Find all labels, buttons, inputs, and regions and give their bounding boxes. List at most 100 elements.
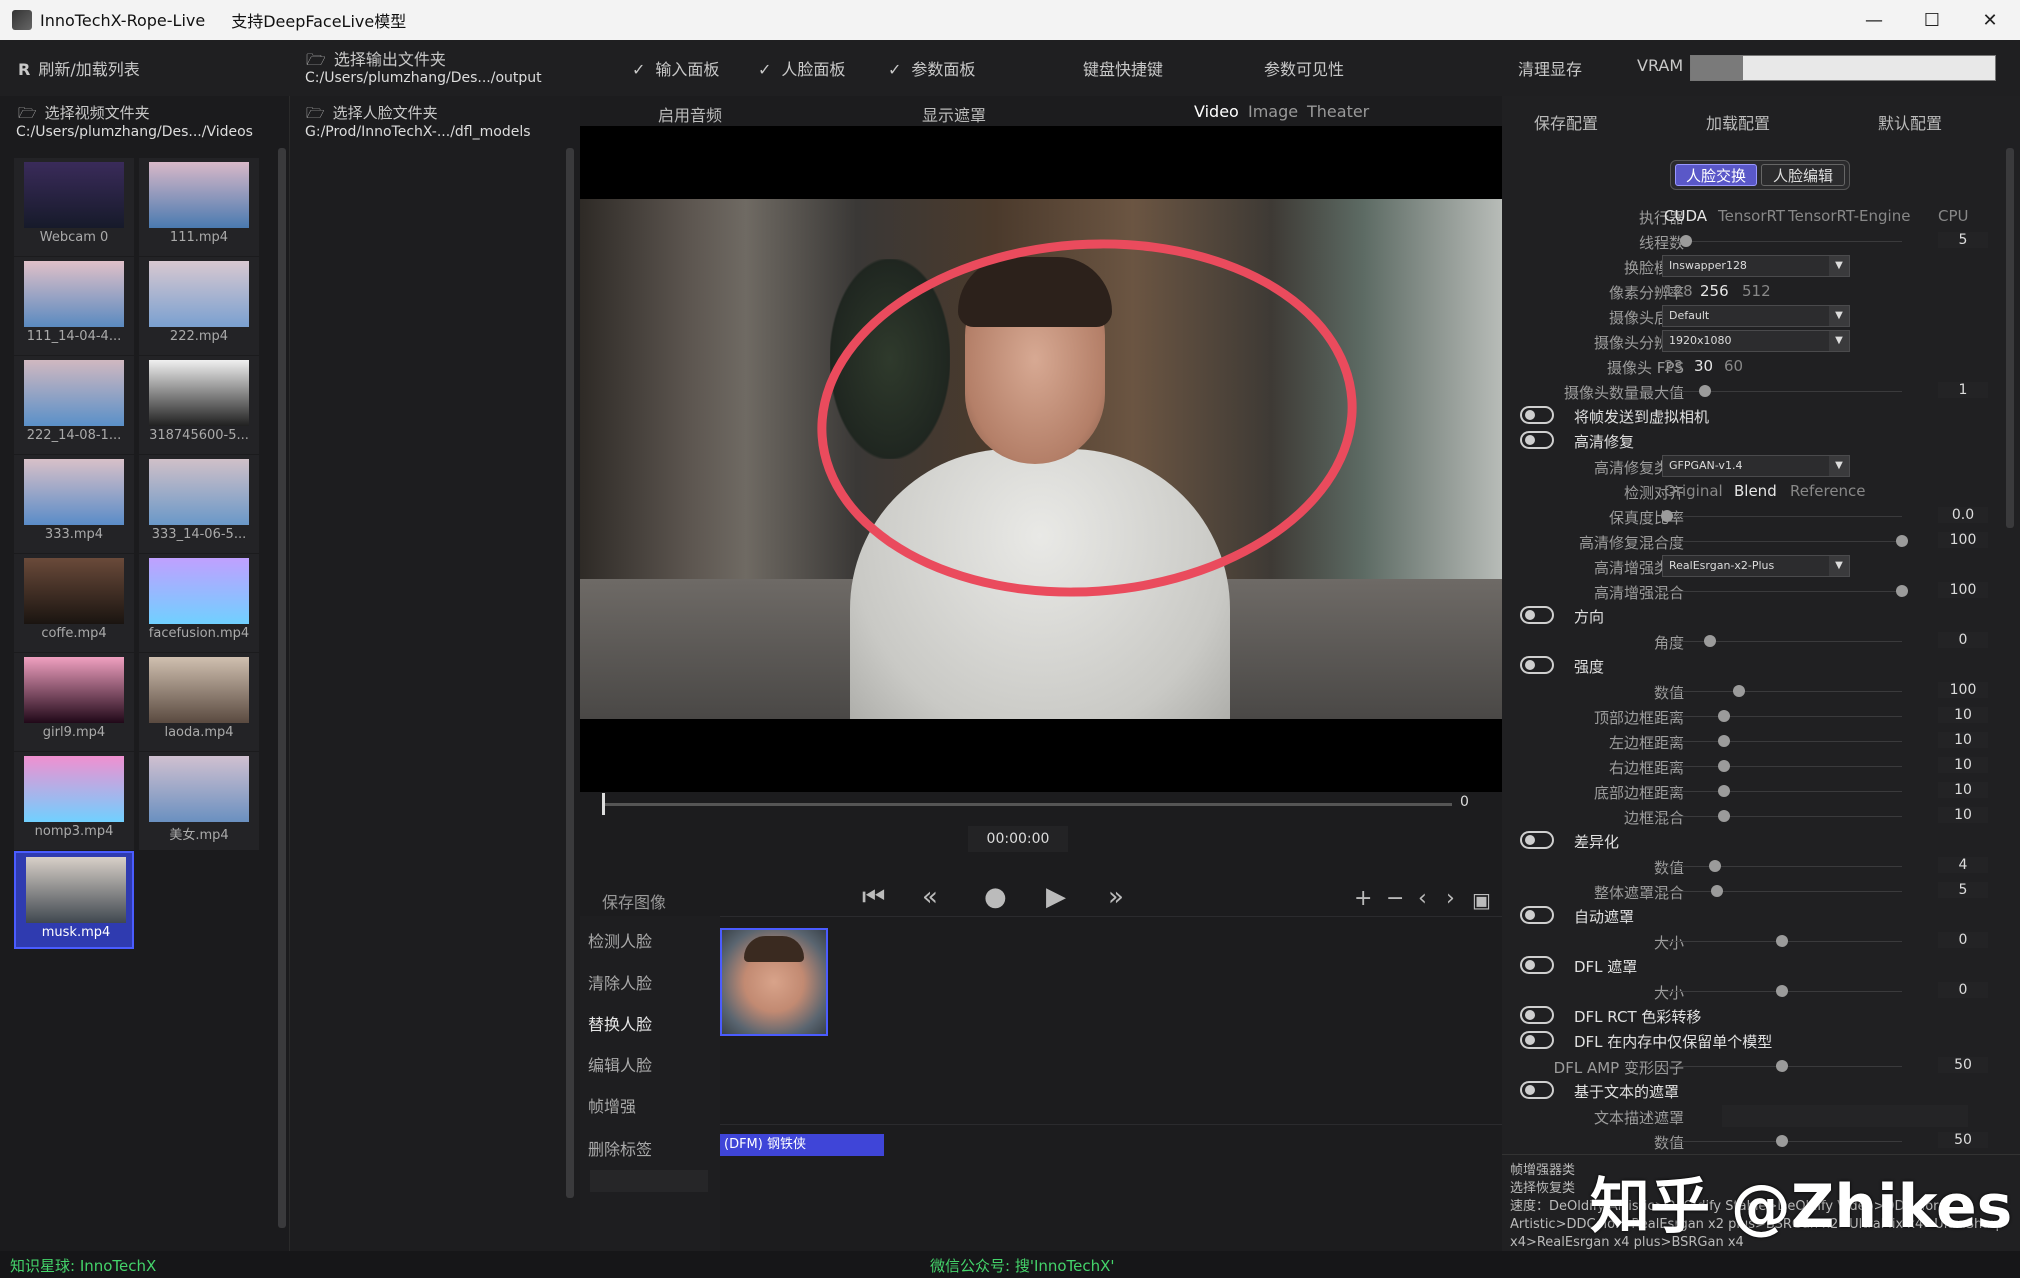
slider-value[interactable]: 10 [1938, 707, 1988, 723]
save-marker-icon[interactable]: ▣ [1472, 888, 1491, 912]
video-list-scrollbar[interactable] [278, 148, 286, 1228]
save-image-button[interactable]: 保存图像 [602, 889, 666, 913]
toggle-switch[interactable] [1520, 406, 1554, 424]
video-thumbnail[interactable]: laoda.mp4 [139, 653, 259, 751]
toggle-switch[interactable] [1520, 1031, 1554, 1049]
text-mask-input[interactable] [1722, 1105, 1968, 1127]
param-visibility-button[interactable]: 参数可见性 [1264, 56, 1344, 80]
clear-faces-button[interactable]: 清除人脸 [588, 970, 652, 994]
face-model-tag[interactable]: (DFM) 钢铁侠 [720, 1134, 884, 1156]
video-thumbnail[interactable]: girl9.mp4 [14, 653, 134, 751]
slider-value[interactable]: 0 [1938, 632, 1988, 648]
detected-face-thumbnail[interactable] [720, 928, 828, 1036]
slider-track[interactable] [1662, 691, 1902, 692]
tab-image[interactable]: Image [1248, 102, 1298, 121]
slider-track[interactable] [1662, 816, 1902, 817]
slider-handle[interactable] [1711, 885, 1724, 897]
option-item[interactable]: TensorRT-Engine [1788, 207, 1910, 225]
video-thumbnail[interactable]: 333_14-06-5... [139, 455, 259, 553]
toggle-switch[interactable] [1520, 906, 1554, 924]
tag-input[interactable] [590, 1170, 708, 1192]
toggle-switch[interactable] [1520, 656, 1554, 674]
slider-handle[interactable] [1776, 1060, 1788, 1072]
enable-audio-toggle[interactable]: 启用音频 [658, 102, 722, 126]
video-thumbnail[interactable]: 111.mp4 [139, 158, 259, 256]
dropdown-select[interactable]: RealEsrgan-x2-Plus ▼ [1662, 555, 1850, 577]
option-item[interactable]: 512 [1742, 282, 1771, 300]
option-item[interactable]: 30 [1694, 357, 1713, 375]
slider-handle[interactable] [1699, 385, 1712, 397]
option-item[interactable]: CPU [1938, 207, 1969, 225]
delete-tag-button[interactable]: 删除标签 [588, 1136, 652, 1160]
slider-value[interactable]: 10 [1938, 807, 1988, 823]
slider-value[interactable]: 0 [1938, 982, 1988, 998]
tab-video[interactable]: Video [1194, 102, 1239, 121]
maximize-button[interactable]: ☐ [1912, 6, 1952, 34]
dropdown-select[interactable]: GFPGAN-v1.4 ▼ [1662, 455, 1850, 477]
video-thumbnail[interactable]: coffe.mp4 [14, 554, 134, 652]
option-item[interactable]: Blend [1734, 482, 1777, 500]
slider-track[interactable] [1662, 391, 1902, 392]
slider-value[interactable]: 4 [1938, 857, 1988, 873]
slider-handle[interactable] [1718, 710, 1731, 722]
save-config-button[interactable]: 保存配置 [1534, 110, 1598, 134]
shortcuts-button[interactable]: 键盘快捷键 [1083, 56, 1163, 80]
fast-forward-icon[interactable]: » [1108, 882, 1124, 912]
video-thumbnail[interactable]: 222.mp4 [139, 257, 259, 355]
tab-face-edit[interactable]: 人脸编辑 [1761, 164, 1845, 186]
next-marker-icon[interactable]: › [1446, 886, 1455, 911]
option-item[interactable]: 60 [1724, 357, 1743, 375]
slider-track[interactable] [1662, 641, 1902, 642]
slider-value[interactable]: 10 [1938, 732, 1988, 748]
slider-handle[interactable] [1660, 510, 1673, 522]
toggle-switch[interactable] [1520, 431, 1554, 449]
record-icon[interactable]: ● [984, 882, 1007, 912]
default-config-button[interactable]: 默认配置 [1878, 110, 1942, 134]
skip-start-icon[interactable]: ⏮ [862, 882, 885, 913]
video-thumbnail[interactable]: musk.mp4 [14, 851, 134, 949]
slider-value[interactable]: 10 [1938, 782, 1988, 798]
minimize-button[interactable]: — [1854, 6, 1894, 34]
video-thumbnail[interactable]: 222_14-08-1... [14, 356, 134, 454]
slider-handle[interactable] [1896, 535, 1908, 547]
slider-handle[interactable] [1718, 785, 1731, 797]
video-thumbnail[interactable]: 333.mp4 [14, 455, 134, 553]
slider-handle[interactable] [1680, 235, 1692, 247]
video-thumbnail[interactable]: 111_14-04-4... [14, 257, 134, 355]
slider-track[interactable] [1662, 716, 1902, 717]
slider-handle[interactable] [1718, 760, 1731, 772]
slider-handle[interactable] [1776, 985, 1788, 997]
slider-handle[interactable] [1704, 635, 1716, 647]
toggle-switch[interactable] [1520, 831, 1554, 849]
video-thumbnail[interactable]: 318745600-5... [139, 356, 259, 454]
slider-value[interactable]: 0 [1938, 932, 1988, 948]
slider-track[interactable] [1662, 741, 1902, 742]
video-thumbnail[interactable]: facefusion.mp4 [139, 554, 259, 652]
option-item[interactable]: Original [1664, 482, 1723, 500]
dropdown-select[interactable]: Inswapper128 ▼ [1662, 255, 1850, 277]
slider-value[interactable]: 0.0 [1938, 507, 1988, 523]
video-thumbnail[interactable]: 美女.mp4 [139, 752, 259, 850]
slider-handle[interactable] [1732, 685, 1745, 697]
seek-bar[interactable] [602, 803, 1452, 806]
dropdown-select[interactable]: 1920x1080 ▼ [1662, 330, 1850, 352]
slider-track[interactable] [1662, 516, 1902, 517]
prev-marker-icon[interactable]: ‹ [1418, 886, 1427, 911]
tab-theater[interactable]: Theater [1307, 102, 1369, 121]
seek-handle[interactable] [602, 793, 605, 815]
option-item[interactable]: 256 [1700, 282, 1729, 300]
video-thumbnail[interactable]: nomp3.mp4 [14, 752, 134, 850]
clear-vram-button[interactable]: 清理显存 [1518, 56, 1582, 80]
slider-value[interactable]: 1 [1938, 382, 1988, 398]
slider-value[interactable]: 100 [1938, 582, 1988, 598]
detect-faces-button[interactable]: 检测人脸 [588, 928, 652, 952]
load-config-button[interactable]: 加载配置 [1706, 110, 1770, 134]
frame-enhance-button[interactable]: 帧增强 [588, 1093, 636, 1117]
edit-faces-button[interactable]: 编辑人脸 [588, 1052, 652, 1076]
face-panel-toggle[interactable]: ✓ 人脸面板 [758, 56, 845, 80]
option-item[interactable]: 128 [1664, 282, 1693, 300]
toggle-switch[interactable] [1520, 956, 1554, 974]
slider-handle[interactable] [1718, 810, 1731, 822]
close-button[interactable]: ✕ [1970, 6, 2010, 34]
slider-value[interactable]: 50 [1938, 1132, 1988, 1148]
